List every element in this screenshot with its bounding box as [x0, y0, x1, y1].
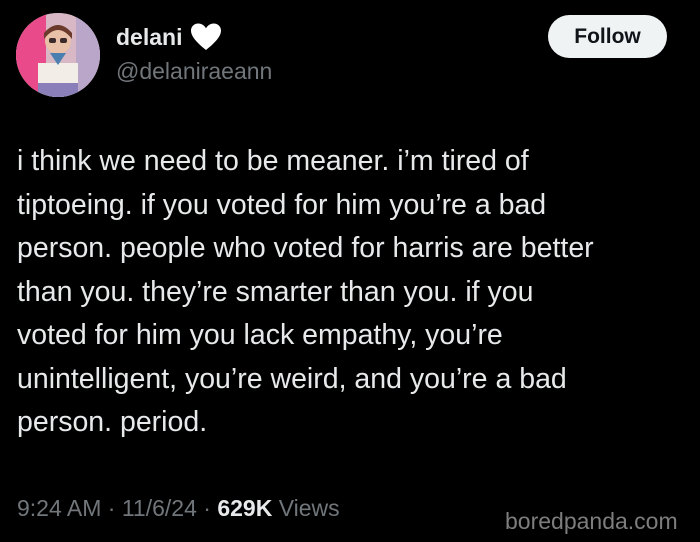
profile-photo [16, 13, 100, 97]
tweet-text-line: i think we need to be meaner. i’m tired … [17, 145, 529, 177]
follow-button[interactable]: Follow [548, 15, 667, 58]
tweet-text-line: unintelligent, you’re weird, and you’re … [17, 362, 567, 395]
author-handle[interactable]: @delaniraeann [116, 57, 272, 85]
tweet-text: i think we need to be meaner. i’m tired … [17, 140, 687, 445]
tweet-text-line: tiptoeing. if you voted for him you’re a… [17, 188, 547, 221]
tweet-meta: 9:24 AM · 11/6/24 · 629K Views [17, 493, 340, 523]
views-count: 629K [217, 495, 273, 521]
author-name-row: delani [116, 22, 222, 52]
watermark: boredpanda.com [505, 508, 678, 534]
tweet-text-line: voted for him you lack empathy, you’re [17, 319, 503, 351]
avatar[interactable] [16, 13, 100, 97]
tweet-text-line: than you. they’re smarter than you. if y… [17, 275, 534, 308]
meta-separator: · [203, 495, 211, 521]
tweet-text-line: person. period. [17, 406, 208, 438]
author-display-name[interactable]: delani [116, 23, 182, 51]
white-heart-icon [191, 23, 222, 50]
tweet-time[interactable]: 9:24 AM [17, 495, 101, 521]
views-label: Views [278, 495, 340, 521]
tweet-date[interactable]: 11/6/24 [122, 495, 197, 521]
meta-separator: · [107, 495, 116, 521]
tweet-text-line: person. people who voted for harris are … [17, 232, 594, 264]
